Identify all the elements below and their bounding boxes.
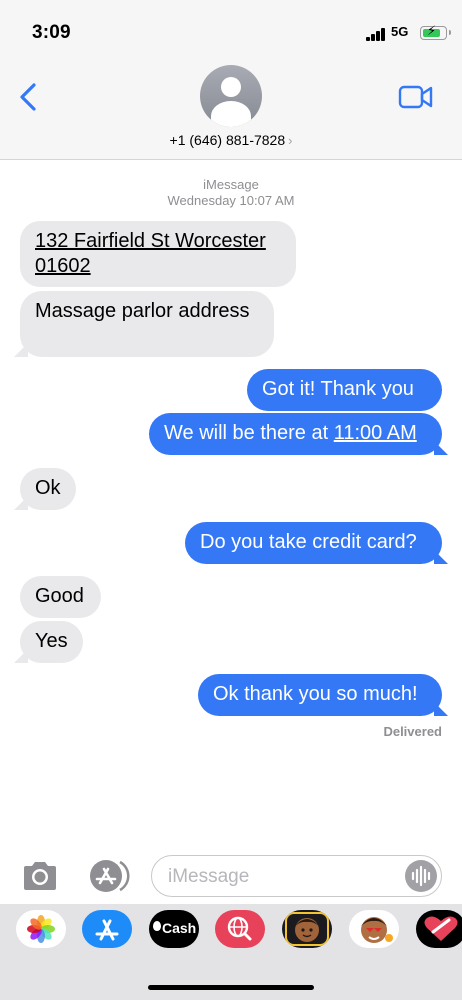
home-indicator[interactable]: [148, 985, 314, 990]
waveform-icon: [411, 865, 431, 887]
app-store-app-button[interactable]: [82, 910, 132, 948]
chevron-left-icon: [20, 83, 36, 111]
message-text: Got it! Thank you: [262, 378, 414, 400]
chevron-right-icon: ›: [288, 133, 293, 148]
address-line-1[interactable]: 132 Fairfield St Worcester: [35, 229, 281, 254]
back-button[interactable]: [14, 80, 44, 114]
apple-cash-button[interactable]: Cash: [149, 910, 199, 948]
contact-name: +1 (646) 881-7828: [169, 132, 286, 148]
bubble-tail: [14, 496, 28, 510]
sent-message[interactable]: Do you take credit card?: [185, 522, 442, 564]
app-store-icon: [90, 860, 130, 892]
message-text: Good: [35, 585, 84, 607]
memoji-stickers-button[interactable]: [349, 910, 399, 948]
apple-cash-label: Cash: [162, 920, 197, 936]
sent-message[interactable]: We will be there at 11:00 AM: [149, 413, 442, 455]
message-timestamp: Wednesday 10:07 AM: [167, 193, 295, 208]
facetime-video-button[interactable]: [398, 84, 434, 110]
message-input[interactable]: iMessage: [151, 855, 442, 897]
message-text: Massage parlor address: [35, 300, 250, 322]
audio-message-button[interactable]: [405, 860, 437, 892]
received-message[interactable]: Good: [20, 576, 101, 618]
contact-avatar[interactable]: [200, 65, 262, 127]
memoji-stickers-icon: [361, 917, 393, 943]
received-message[interactable]: Ok: [20, 468, 76, 510]
video-camera-icon: [398, 85, 433, 109]
message-text: Ok: [35, 477, 61, 499]
memoji-app-button[interactable]: [282, 910, 332, 948]
memoji-icon: [285, 912, 329, 946]
sent-message[interactable]: Got it! Thank you: [247, 369, 442, 411]
clock: 3:09: [32, 22, 71, 43]
message-text: Ok thank you so much!: [213, 683, 418, 705]
network-type: 5G: [391, 24, 409, 39]
camera-button[interactable]: [20, 858, 60, 894]
bubble-tail: [434, 441, 448, 455]
app-store-icon: [95, 919, 119, 941]
time-link[interactable]: 11:00 AM: [334, 422, 417, 444]
battery-icon: ⚡: [420, 23, 451, 40]
address-line-2[interactable]: 01602: [35, 254, 281, 279]
message-text: Do you take credit card?: [200, 531, 417, 553]
charging-icon: ⚡: [427, 23, 437, 38]
service-label: iMessage: [203, 177, 259, 192]
photos-app-button[interactable]: [16, 910, 66, 948]
apps-button[interactable]: [86, 858, 132, 894]
thread-meta: iMessage Wednesday 10:07 AM: [0, 177, 462, 209]
heart-icon: [424, 916, 458, 941]
search-images-button[interactable]: [215, 910, 265, 948]
photos-icon: [27, 915, 55, 943]
received-message[interactable]: Massage parlor address: [20, 291, 274, 357]
conversation-header: +1 (646) 881-7828 ›: [0, 60, 462, 160]
message-text: We will be there at: [164, 422, 334, 444]
camera-icon: [24, 862, 56, 890]
status-bar: 3:09 5G ⚡: [0, 0, 462, 60]
message-text: Yes: [35, 630, 68, 652]
contact-name-button[interactable]: +1 (646) 881-7828 ›: [0, 132, 462, 148]
sent-message[interactable]: Ok thank you so much!: [198, 674, 442, 716]
received-message-address[interactable]: 132 Fairfield St Worcester 01602: [20, 221, 296, 287]
globe-search-icon: [227, 916, 252, 941]
apple-logo-icon: [153, 921, 161, 931]
message-input-placeholder: iMessage: [168, 866, 250, 887]
digital-touch-button[interactable]: [416, 910, 462, 948]
cellular-signal-icon: [366, 27, 386, 41]
delivery-status: Delivered: [383, 724, 442, 739]
received-message[interactable]: Yes: [20, 621, 83, 663]
bubble-tail: [14, 343, 28, 357]
